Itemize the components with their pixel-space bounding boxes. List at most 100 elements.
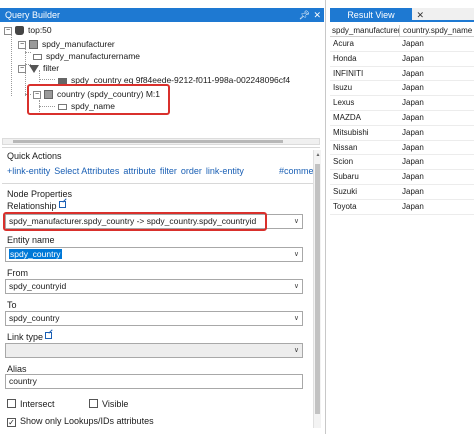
entity-name-label: Entity name xyxy=(7,235,55,245)
collapse-icon[interactable]: − xyxy=(18,40,26,49)
relationship-label: Relationship xyxy=(7,201,66,211)
external-link-icon[interactable] xyxy=(58,201,66,208)
quick-actions-label: Quick Actions xyxy=(7,151,62,161)
quick-action-select-attributes[interactable]: Select Attributes xyxy=(54,166,119,176)
table-row[interactable]: Suzuki Japan xyxy=(330,185,474,200)
highlight-box xyxy=(3,212,267,231)
link-type-label: Link type xyxy=(7,332,53,342)
scroll-up-icon[interactable]: ▲ xyxy=(314,152,322,158)
from-select[interactable]: spdy_countryid ∨ xyxy=(5,279,303,294)
scrollbar-thumb[interactable] xyxy=(13,140,283,143)
result-grid-body: Acura Japan Honda Japan INFINITI Japan Isuzu Ja… xyxy=(330,37,474,215)
table-cell-country: Japan xyxy=(402,172,424,182)
table-cell-manufacturer: Lexus xyxy=(333,98,355,108)
visible-checkbox-label: Visible xyxy=(102,399,129,409)
alias-input[interactable]: country xyxy=(5,374,303,389)
table-cell-country: Japan xyxy=(402,39,424,48)
quick-action-link-entity[interactable]: +link-entity xyxy=(7,166,50,176)
table-row[interactable]: MAZDA Japan xyxy=(330,111,474,126)
table-row[interactable]: INFINITI Japan xyxy=(330,67,474,82)
checkbox-box[interactable] xyxy=(89,399,98,408)
quick-actions-links: +link-entity Select Attributes attribute fi… xyxy=(7,166,321,176)
properties-vertical-scrollbar[interactable]: ▲ xyxy=(313,150,321,428)
collapse-icon[interactable]: − xyxy=(4,26,12,35)
collapse-icon[interactable]: − xyxy=(18,64,26,73)
chevron-down-icon[interactable]: ∨ xyxy=(294,344,299,357)
table-row[interactable]: Acura Japan xyxy=(330,37,474,52)
visible-checkbox[interactable]: Visible xyxy=(89,399,128,409)
intersect-checkbox[interactable]: Intersect xyxy=(7,399,55,409)
chevron-down-icon[interactable]: ∨ xyxy=(294,248,299,261)
quick-action-attribute[interactable]: attribute xyxy=(123,166,156,176)
node-properties-label: Node Properties xyxy=(7,189,73,199)
quick-action-filter[interactable]: filter xyxy=(160,166,177,176)
table-cell-manufacturer: Scion xyxy=(333,157,354,167)
column-header-manufacturer[interactable]: spdy_manufacturer xyxy=(330,25,400,37)
query-builder-titlebar[interactable]: Query Builder 📌︎ ✕ xyxy=(0,8,324,22)
table-cell-manufacturer: Toyota xyxy=(333,201,357,211)
table-row[interactable]: Lexus Japan xyxy=(330,96,474,111)
to-select-value: spdy_country xyxy=(9,313,60,323)
result-grid-header: spdy_manufacturer country.spdy_name xyxy=(330,25,474,37)
table-row[interactable]: Scion Japan xyxy=(330,155,474,171)
tree-node-root[interactable]: − top:50 xyxy=(4,24,52,36)
checkmark-icon[interactable]: ✓ xyxy=(7,418,16,427)
table-cell-country: Japan xyxy=(402,53,424,63)
pin-icon[interactable]: 📌︎ xyxy=(299,8,310,22)
show-lookups-checkbox[interactable]: ✓ Show only Lookups/IDs attributes xyxy=(7,416,154,427)
table-cell-manufacturer: Subaru xyxy=(333,172,359,182)
scrollbar-thumb[interactable] xyxy=(315,164,320,414)
tab-result-view-label: Result View xyxy=(347,10,395,20)
tab-result-view[interactable]: Result View ✕ xyxy=(330,8,424,22)
from-select-value: spdy_countryid xyxy=(9,281,67,291)
table-cell-manufacturer: Mitsubishi xyxy=(333,127,369,137)
entity-name-select[interactable]: spdy_country ∨ xyxy=(5,247,303,262)
table-cell-manufacturer: Suzuki xyxy=(333,186,358,196)
table-row[interactable]: Toyota Japan xyxy=(330,200,474,215)
link-type-select[interactable]: ∨ xyxy=(5,343,303,358)
attribute-icon xyxy=(33,53,42,60)
query-builder-title: Query Builder xyxy=(5,10,61,20)
filter-icon xyxy=(29,64,39,73)
chevron-down-icon[interactable]: ∨ xyxy=(294,312,299,325)
table-cell-manufacturer: Nissan xyxy=(333,142,358,152)
table-cell-country: Japan xyxy=(402,157,424,167)
checkbox-box[interactable] xyxy=(7,399,16,408)
table-row[interactable]: Subaru Japan xyxy=(330,170,474,185)
quick-action-order[interactable]: order xyxy=(181,166,202,176)
intersect-checkbox-label: Intersect xyxy=(20,399,55,409)
to-label: To xyxy=(7,300,17,310)
table-cell-manufacturer: Isuzu xyxy=(333,83,353,93)
show-lookups-checkbox-label: Show only Lookups/IDs attributes xyxy=(20,416,154,426)
tree-node-filter[interactable]: − filter xyxy=(18,62,59,74)
table-row[interactable]: Mitsubishi Japan xyxy=(330,126,474,141)
entity-name-select-value: spdy_country xyxy=(9,249,62,259)
close-icon[interactable]: ✕ xyxy=(313,8,321,22)
highlight-box xyxy=(27,84,170,115)
table-cell-country: Japan xyxy=(402,83,424,93)
table-cell-country: Japan xyxy=(402,68,424,78)
quick-action-link-entity-2[interactable]: link-entity xyxy=(206,166,244,176)
chevron-down-icon[interactable]: ∨ xyxy=(294,215,299,228)
close-icon[interactable]: ✕ xyxy=(416,8,424,22)
table-row[interactable]: Honda Japan xyxy=(330,52,474,67)
tree-node-entity[interactable]: − spdy_manufacturer xyxy=(18,38,115,50)
column-header-country[interactable]: country.spdy_name xyxy=(401,25,474,37)
query-builder-panel: Query Builder 📌︎ ✕ − top:50 − spdy_manufac… xyxy=(0,0,326,434)
table-cell-manufacturer: INFINITI xyxy=(333,68,364,78)
condition-icon xyxy=(58,77,67,84)
table-cell-country: Japan xyxy=(402,186,424,196)
link-type-label-text: Link type xyxy=(7,332,44,342)
tree-horizontal-scrollbar[interactable] xyxy=(2,138,320,145)
external-link-icon[interactable] xyxy=(45,332,53,339)
tree-node-attribute[interactable]: spdy_manufacturername xyxy=(33,50,140,62)
result-grid: spdy_manufacturer country.spdy_name Acur… xyxy=(330,25,474,215)
table-row[interactable]: Nissan Japan xyxy=(330,141,474,156)
table-row[interactable]: Isuzu Japan xyxy=(330,81,474,97)
result-view-tabstrip: Result View ✕ xyxy=(330,8,474,22)
chevron-down-icon[interactable]: ∨ xyxy=(294,280,299,293)
table-cell-country: Japan xyxy=(402,201,424,211)
divider xyxy=(2,183,320,184)
to-select[interactable]: spdy_country ∨ xyxy=(5,311,303,326)
database-icon xyxy=(15,26,24,36)
